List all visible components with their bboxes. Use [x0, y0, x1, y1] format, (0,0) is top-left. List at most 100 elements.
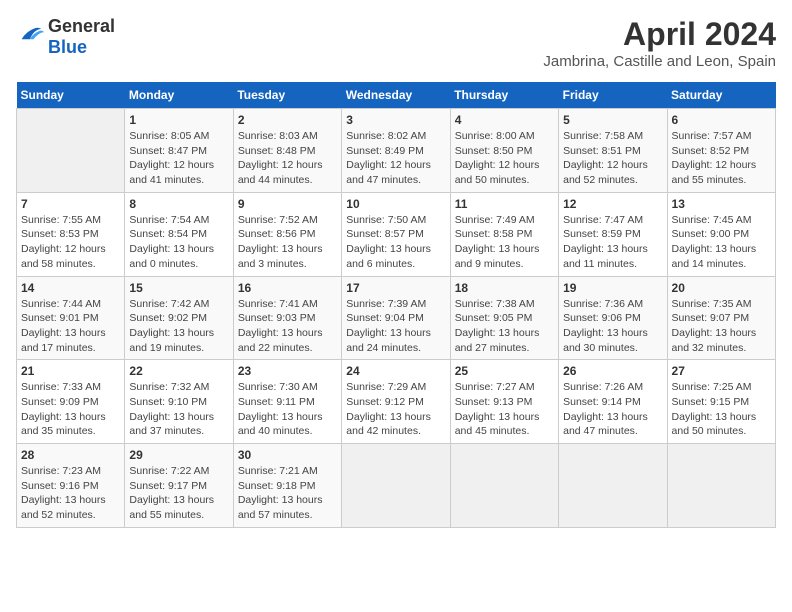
page-header: General Blue April 2024 Jambrina, Castil… — [16, 16, 776, 70]
day-number: 2 — [238, 113, 337, 127]
calendar-cell: 1 Sunrise: 8:05 AMSunset: 8:47 PMDaylight… — [125, 109, 233, 193]
day-info: Sunrise: 7:25 AMSunset: 9:15 PMDaylight:… — [672, 380, 771, 439]
calendar-cell: 5 Sunrise: 7:58 AMSunset: 8:51 PMDaylight… — [559, 109, 667, 193]
calendar-cell: 20 Sunrise: 7:35 AMSunset: 9:07 PMDayligh… — [667, 276, 775, 360]
logo-blue: Blue — [48, 37, 87, 57]
header-day-tuesday: Tuesday — [233, 82, 341, 109]
header-day-thursday: Thursday — [450, 82, 558, 109]
calendar-cell: 12Sunrise: 7:47 AMSunset: 8:59 PMDayligh… — [559, 192, 667, 276]
day-number: 18 — [455, 281, 554, 295]
header-day-wednesday: Wednesday — [342, 82, 450, 109]
header-row: SundayMondayTuesdayWednesdayThursdayFrid… — [17, 82, 776, 109]
calendar-cell — [17, 109, 125, 193]
day-number: 7 — [21, 197, 120, 211]
day-number: 9 — [238, 197, 337, 211]
day-info: Sunrise: 7:41 AMSunset: 9:03 PMDaylight:… — [238, 297, 337, 356]
day-info: Sunrise: 7:38 AMSunset: 9:05 PMDaylight:… — [455, 297, 554, 356]
day-info: Sunrise: 7:36 AMSunset: 9:06 PMDaylight:… — [563, 297, 662, 356]
day-number: 10 — [346, 197, 445, 211]
calendar-table: SundayMondayTuesdayWednesdayThursdayFrid… — [16, 82, 776, 528]
day-number: 16 — [238, 281, 337, 295]
day-number: 30 — [238, 448, 337, 462]
calendar-cell: 18 Sunrise: 7:38 AMSunset: 9:05 PMDayligh… — [450, 276, 558, 360]
day-number: 28 — [21, 448, 120, 462]
day-info: Sunrise: 7:58 AMSunset: 8:51 PMDaylight:… — [563, 129, 662, 188]
calendar-cell — [342, 444, 450, 528]
day-number: 15 — [129, 281, 228, 295]
calendar-cell: 7 Sunrise: 7:55 AMSunset: 8:53 PMDaylight… — [17, 192, 125, 276]
day-number: 3 — [346, 113, 445, 127]
week-row-4: 21 Sunrise: 7:33 AMSunset: 9:09 PMDayligh… — [17, 360, 776, 444]
calendar-cell: 24Sunrise: 7:29 AMSunset: 9:12 PMDayligh… — [342, 360, 450, 444]
day-number: 21 — [21, 364, 120, 378]
calendar-cell: 14Sunrise: 7:44 AMSunset: 9:01 PMDayligh… — [17, 276, 125, 360]
header-day-saturday: Saturday — [667, 82, 775, 109]
day-number: 19 — [563, 281, 662, 295]
calendar-cell: 23 Sunrise: 7:30 AMSunset: 9:11 PMDayligh… — [233, 360, 341, 444]
day-info: Sunrise: 8:05 AMSunset: 8:47 PMDaylight:… — [129, 129, 228, 188]
calendar-subtitle: Jambrina, Castille and Leon, Spain — [543, 53, 776, 70]
day-info: Sunrise: 7:49 AMSunset: 8:58 PMDaylight:… — [455, 213, 554, 272]
day-number: 5 — [563, 113, 662, 127]
logo-text: General Blue — [48, 16, 115, 58]
day-number: 1 — [129, 113, 228, 127]
day-info: Sunrise: 7:27 AMSunset: 9:13 PMDaylight:… — [455, 380, 554, 439]
logo-icon — [16, 25, 44, 50]
day-info: Sunrise: 7:42 AMSunset: 9:02 PMDaylight:… — [129, 297, 228, 356]
day-info: Sunrise: 7:47 AMSunset: 8:59 PMDaylight:… — [563, 213, 662, 272]
day-info: Sunrise: 8:00 AMSunset: 8:50 PMDaylight:… — [455, 129, 554, 188]
calendar-cell: 21 Sunrise: 7:33 AMSunset: 9:09 PMDayligh… — [17, 360, 125, 444]
header-day-monday: Monday — [125, 82, 233, 109]
day-number: 26 — [563, 364, 662, 378]
calendar-cell: 25 Sunrise: 7:27 AMSunset: 9:13 PMDayligh… — [450, 360, 558, 444]
calendar-cell: 19 Sunrise: 7:36 AMSunset: 9:06 PMDayligh… — [559, 276, 667, 360]
calendar-cell: 10 Sunrise: 7:50 AMSunset: 8:57 PMDayligh… — [342, 192, 450, 276]
logo-general: General — [48, 16, 115, 36]
day-number: 23 — [238, 364, 337, 378]
day-number: 8 — [129, 197, 228, 211]
calendar-cell: 26 Sunrise: 7:26 AMSunset: 9:14 PMDayligh… — [559, 360, 667, 444]
week-row-5: 28 Sunrise: 7:23 AMSunset: 9:16 PMDayligh… — [17, 444, 776, 528]
day-info: Sunrise: 7:21 AMSunset: 9:18 PMDaylight:… — [238, 464, 337, 523]
calendar-cell — [667, 444, 775, 528]
day-info: Sunrise: 7:33 AMSunset: 9:09 PMDaylight:… — [21, 380, 120, 439]
day-info: Sunrise: 7:55 AMSunset: 8:53 PMDaylight:… — [21, 213, 120, 272]
calendar-cell: 28 Sunrise: 7:23 AMSunset: 9:16 PMDayligh… — [17, 444, 125, 528]
day-info: Sunrise: 7:35 AMSunset: 9:07 PMDaylight:… — [672, 297, 771, 356]
day-info: Sunrise: 7:30 AMSunset: 9:11 PMDaylight:… — [238, 380, 337, 439]
calendar-cell: 29Sunrise: 7:22 AMSunset: 9:17 PMDayligh… — [125, 444, 233, 528]
calendar-cell: 16 Sunrise: 7:41 AMSunset: 9:03 PMDayligh… — [233, 276, 341, 360]
day-number: 20 — [672, 281, 771, 295]
day-number: 13 — [672, 197, 771, 211]
day-info: Sunrise: 7:57 AMSunset: 8:52 PMDaylight:… — [672, 129, 771, 188]
day-info: Sunrise: 8:03 AMSunset: 8:48 PMDaylight:… — [238, 129, 337, 188]
day-info: Sunrise: 7:39 AMSunset: 9:04 PMDaylight:… — [346, 297, 445, 356]
title-block: April 2024 Jambrina, Castille and Leon, … — [543, 16, 776, 70]
day-number: 11 — [455, 197, 554, 211]
day-number: 29 — [129, 448, 228, 462]
week-row-2: 7 Sunrise: 7:55 AMSunset: 8:53 PMDaylight… — [17, 192, 776, 276]
day-info: Sunrise: 7:29 AMSunset: 9:12 PMDaylight:… — [346, 380, 445, 439]
calendar-cell: 15 Sunrise: 7:42 AMSunset: 9:02 PMDayligh… — [125, 276, 233, 360]
day-info: Sunrise: 7:50 AMSunset: 8:57 PMDaylight:… — [346, 213, 445, 272]
day-info: Sunrise: 7:23 AMSunset: 9:16 PMDaylight:… — [21, 464, 120, 523]
day-info: Sunrise: 7:52 AMSunset: 8:56 PMDaylight:… — [238, 213, 337, 272]
day-number: 25 — [455, 364, 554, 378]
calendar-cell: 27 Sunrise: 7:25 AMSunset: 9:15 PMDayligh… — [667, 360, 775, 444]
day-info: Sunrise: 7:45 AMSunset: 9:00 PMDaylight:… — [672, 213, 771, 272]
day-number: 4 — [455, 113, 554, 127]
calendar-title: April 2024 — [543, 16, 776, 53]
calendar-cell — [559, 444, 667, 528]
day-number: 22 — [129, 364, 228, 378]
calendar-cell — [450, 444, 558, 528]
day-number: 27 — [672, 364, 771, 378]
calendar-cell: 30 Sunrise: 7:21 AMSunset: 9:18 PMDayligh… — [233, 444, 341, 528]
calendar-cell: 2 Sunrise: 8:03 AMSunset: 8:48 PMDaylight… — [233, 109, 341, 193]
day-info: Sunrise: 7:26 AMSunset: 9:14 PMDaylight:… — [563, 380, 662, 439]
day-info: Sunrise: 7:54 AMSunset: 8:54 PMDaylight:… — [129, 213, 228, 272]
week-row-1: 1 Sunrise: 8:05 AMSunset: 8:47 PMDaylight… — [17, 109, 776, 193]
calendar-cell: 13 Sunrise: 7:45 AMSunset: 9:00 PMDayligh… — [667, 192, 775, 276]
day-info: Sunrise: 7:32 AMSunset: 9:10 PMDaylight:… — [129, 380, 228, 439]
calendar-cell: 6Sunrise: 7:57 AMSunset: 8:52 PMDaylight… — [667, 109, 775, 193]
calendar-cell: 17Sunrise: 7:39 AMSunset: 9:04 PMDayligh… — [342, 276, 450, 360]
